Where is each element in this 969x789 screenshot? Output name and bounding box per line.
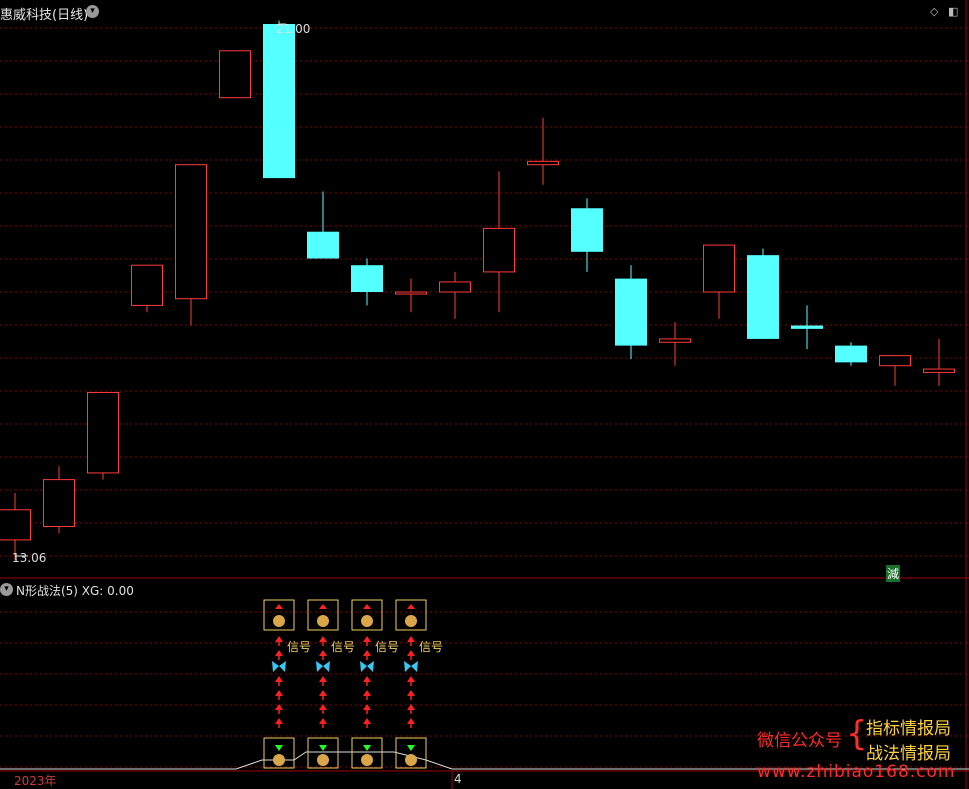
panel-toggle-icon[interactable]: ◧ bbox=[948, 5, 958, 18]
candle-body bbox=[571, 208, 603, 252]
red-arrow-icon bbox=[363, 704, 371, 710]
watermark-account: 微信公众号 bbox=[757, 731, 842, 751]
moneybag-icon bbox=[405, 754, 417, 766]
butterfly-icon bbox=[316, 661, 330, 672]
red-arrow-icon bbox=[275, 718, 283, 724]
down-arrow-icon bbox=[319, 745, 327, 751]
candle-body bbox=[615, 278, 647, 346]
down-arrow-icon bbox=[407, 745, 415, 751]
candle-body bbox=[307, 231, 339, 259]
candle-body bbox=[87, 392, 119, 474]
candle-body bbox=[131, 264, 163, 306]
red-arrow-icon bbox=[275, 690, 283, 696]
red-arrow-icon bbox=[319, 718, 327, 724]
moneybag-icon bbox=[317, 754, 329, 766]
up-arrow-icon bbox=[363, 604, 371, 609]
reduce-badge: 減 bbox=[886, 565, 901, 582]
moneybag-icon bbox=[273, 615, 285, 627]
signal-label: 信号 bbox=[419, 640, 444, 654]
red-arrow-icon bbox=[275, 650, 283, 656]
candle-body bbox=[835, 345, 867, 363]
butterfly-icon bbox=[272, 661, 286, 672]
red-arrow-icon bbox=[407, 676, 415, 682]
red-arrow-icon bbox=[363, 650, 371, 656]
signal-label: 信号 bbox=[331, 640, 356, 654]
candle-body bbox=[175, 164, 207, 300]
candle-body bbox=[351, 265, 383, 293]
red-arrow-icon bbox=[319, 690, 327, 696]
red-arrow-icon bbox=[363, 718, 371, 724]
candle-body bbox=[703, 244, 735, 293]
red-arrow-icon bbox=[275, 636, 283, 642]
kline-chart[interactable] bbox=[0, 0, 969, 789]
up-arrow-icon bbox=[407, 604, 415, 609]
moneybag-icon bbox=[273, 754, 285, 766]
red-arrow-icon bbox=[319, 636, 327, 642]
red-arrow-icon bbox=[275, 676, 283, 682]
red-arrow-icon bbox=[407, 690, 415, 696]
indicator-dropdown-icon[interactable]: ▾ bbox=[0, 583, 13, 596]
candle-body bbox=[659, 338, 691, 343]
title-dropdown-icon[interactable]: ▾ bbox=[86, 5, 99, 18]
red-arrow-icon bbox=[407, 718, 415, 724]
watermark-site: www.zhibiao168.com bbox=[757, 762, 956, 782]
candle-body bbox=[791, 325, 823, 329]
watermark-name2: 战法情报局 bbox=[866, 744, 951, 764]
low-price-label: 13.06 bbox=[12, 551, 47, 565]
candle-body bbox=[527, 160, 559, 166]
high-price-label: 21.00 bbox=[276, 22, 311, 36]
red-arrow-icon bbox=[407, 636, 415, 642]
down-arrow-icon bbox=[363, 745, 371, 751]
down-arrow-icon bbox=[275, 745, 283, 751]
red-arrow-icon bbox=[363, 636, 371, 642]
signal-label: 信号 bbox=[287, 640, 312, 654]
red-arrow-icon bbox=[407, 650, 415, 656]
candle-body bbox=[43, 479, 75, 528]
moneybag-icon bbox=[317, 615, 329, 627]
candle-body bbox=[439, 281, 471, 293]
signal-label: 信号 bbox=[375, 640, 400, 654]
candle-body bbox=[483, 227, 515, 273]
moneybag-icon bbox=[361, 615, 373, 627]
up-arrow-icon bbox=[319, 604, 327, 609]
red-arrow-icon bbox=[319, 676, 327, 682]
year-axis-label: 2023年 bbox=[14, 774, 57, 788]
candle-body bbox=[923, 368, 955, 373]
diamond-icon[interactable]: ◇ bbox=[930, 5, 938, 18]
brace-icon: { bbox=[846, 714, 868, 754]
candle-body bbox=[0, 509, 31, 541]
stock-title: 惠威科技(日线) bbox=[0, 8, 89, 23]
up-arrow-icon bbox=[275, 604, 283, 609]
moneybag-icon bbox=[361, 754, 373, 766]
candle-body bbox=[879, 355, 911, 367]
indicator-title: N形战法(5) XG: 0.00 bbox=[16, 584, 134, 598]
moneybag-icon bbox=[405, 615, 417, 627]
month-axis-label: 4 bbox=[454, 772, 462, 786]
red-arrow-icon bbox=[407, 704, 415, 710]
candle-body bbox=[747, 255, 779, 339]
butterfly-icon bbox=[404, 661, 418, 672]
candle-body bbox=[263, 24, 295, 179]
red-arrow-icon bbox=[363, 690, 371, 696]
candle-body bbox=[395, 291, 427, 295]
candle-body bbox=[219, 50, 251, 99]
butterfly-icon bbox=[360, 661, 374, 672]
red-arrow-icon bbox=[363, 676, 371, 682]
red-arrow-icon bbox=[319, 650, 327, 656]
watermark-name1: 指标情报局 bbox=[866, 719, 951, 739]
